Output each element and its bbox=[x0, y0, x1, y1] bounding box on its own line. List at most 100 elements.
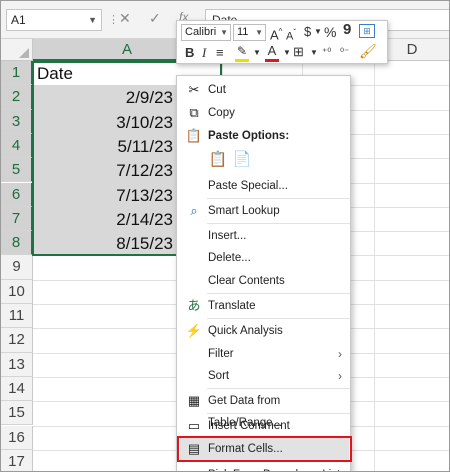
format-table-icon[interactable]: ⊞ bbox=[359, 24, 375, 38]
paste-values-icon[interactable]: 📄 bbox=[232, 150, 252, 170]
menu-item-clear-contents[interactable]: Clear Contents bbox=[177, 270, 350, 292]
menu-item-cut[interactable]: ✂ Cut bbox=[177, 79, 350, 101]
scissors-icon: ✂ bbox=[188, 82, 200, 97]
menu-item-pick-from-list[interactable]: Pick From Drop-down List... bbox=[177, 464, 350, 471]
menu-separator bbox=[207, 318, 350, 319]
chevron-right-icon: › bbox=[338, 369, 342, 383]
menu-item-smart-lookup[interactable]: ⌕ Smart Lookup bbox=[177, 200, 350, 222]
cell-a5[interactable]: 7/12/23 bbox=[33, 159, 173, 183]
cell-a1[interactable]: Date bbox=[37, 62, 73, 86]
row-header-1[interactable]: 1 bbox=[1, 61, 33, 86]
enter-icon[interactable]: ✓ bbox=[149, 10, 161, 27]
chevron-down-icon[interactable]: ▼ bbox=[283, 45, 291, 61]
menu-item-label: Translate bbox=[208, 300, 256, 312]
row-header-14[interactable]: 14 bbox=[1, 376, 33, 402]
menu-separator bbox=[207, 198, 350, 199]
menu-item-insert[interactable]: Insert... bbox=[177, 225, 350, 247]
menu-item-label: Filter bbox=[208, 348, 234, 360]
cancel-icon[interactable]: ✕ bbox=[119, 10, 131, 27]
row-header-17[interactable]: 17 bbox=[1, 449, 33, 471]
row-header-9[interactable]: 9 bbox=[1, 255, 33, 280]
row-header-5[interactable]: 5 bbox=[1, 158, 33, 183]
menu-item-label: Paste Special... bbox=[208, 180, 288, 192]
menu-item-label: Clear Contents bbox=[208, 275, 285, 287]
row-header-16[interactable]: 16 bbox=[1, 425, 33, 450]
row-header-15[interactable]: 15 bbox=[1, 401, 33, 426]
menu-item-translate[interactable]: あ Translate bbox=[177, 295, 350, 317]
menu-item-paste-options: 📋 Paste Options: bbox=[177, 125, 350, 147]
comma-style-icon[interactable]: 9 bbox=[343, 22, 351, 38]
paste-icon[interactable]: 📋 bbox=[208, 150, 228, 170]
increase-decimal-icon[interactable]: ⁺⁰ bbox=[322, 45, 331, 61]
paste-options-group: 📋 📄 bbox=[208, 150, 268, 172]
row-header-13[interactable]: 13 bbox=[1, 352, 33, 377]
row-header-4[interactable]: 4 bbox=[1, 133, 33, 159]
align-center-icon[interactable]: ≡ bbox=[216, 45, 224, 61]
borders-icon[interactable]: ⊞ bbox=[293, 44, 304, 60]
font-name-box[interactable]: Calibri ▼ bbox=[181, 24, 231, 41]
highlight-box bbox=[177, 436, 352, 462]
mini-toolbar: Calibri ▼ 11 ▼ A^ Aˇ $ ▼ % 9 ⊞ B I ≡ ✎ ▼… bbox=[176, 20, 388, 64]
row-header-11[interactable]: 11 bbox=[1, 304, 33, 329]
chevron-down-icon[interactable]: ▼ bbox=[220, 25, 228, 40]
font-color-icon[interactable]: A bbox=[265, 43, 279, 62]
chevron-down-icon[interactable]: ▼ bbox=[314, 24, 322, 40]
menu-separator bbox=[207, 293, 350, 294]
chevron-down-icon[interactable]: ▼ bbox=[255, 25, 263, 40]
cell-a6[interactable]: 7/13/23 bbox=[33, 184, 173, 208]
menu-separator bbox=[207, 388, 350, 389]
decrease-decimal-icon[interactable]: ⁰⁻ bbox=[340, 45, 349, 61]
menu-item-paste-special[interactable]: Paste Special... bbox=[177, 175, 350, 197]
chevron-down-icon[interactable]: ▼ bbox=[253, 45, 261, 61]
chevron-right-icon: › bbox=[338, 347, 342, 361]
row-header-12[interactable]: 12 bbox=[1, 328, 33, 353]
decrease-font-icon[interactable]: Aˇ bbox=[286, 25, 296, 45]
cell-a3[interactable]: 3/10/23 bbox=[33, 111, 173, 135]
menu-item-label: Insert... bbox=[208, 230, 247, 242]
quick-analysis-icon: ⚡ bbox=[185, 323, 203, 338]
table-icon: ▦ bbox=[187, 393, 201, 408]
font-size-box[interactable]: 11 ▼ bbox=[233, 24, 266, 41]
percent-icon[interactable]: % bbox=[324, 24, 336, 40]
excel-window: A1 ▼ ⋮ ✕ ✓ fx Date A B C D 1 2 3 4 5 6 7… bbox=[0, 0, 450, 472]
font-size-value: 11 bbox=[237, 26, 249, 38]
row-header-7[interactable]: 7 bbox=[1, 206, 33, 232]
menu-item-delete[interactable]: Delete... bbox=[177, 247, 350, 269]
fill-color-icon[interactable]: ✎ bbox=[235, 43, 249, 62]
cell-a2[interactable]: 2/9/23 bbox=[33, 86, 173, 110]
format-painter-icon[interactable]: 🖌 bbox=[359, 43, 377, 59]
row-header-3[interactable]: 3 bbox=[1, 109, 33, 134]
row-header-10[interactable]: 10 bbox=[1, 279, 33, 304]
name-box-value: A1 bbox=[11, 13, 26, 27]
menu-item-label: Pick From Drop-down List... bbox=[208, 464, 350, 471]
menu-item-label: Delete... bbox=[208, 252, 251, 264]
menu-item-sort[interactable]: Sort › bbox=[177, 365, 350, 387]
cell-a8[interactable]: 8/15/23 bbox=[33, 232, 173, 256]
menu-item-get-data[interactable]: ▦ Get Data from Table/Range... bbox=[177, 390, 350, 429]
menu-separator bbox=[207, 223, 350, 224]
cell-a4[interactable]: 5/11/23 bbox=[33, 135, 173, 159]
cell-a7[interactable]: 2/14/23 bbox=[33, 208, 173, 232]
menu-item-copy[interactable]: ⧉ Copy bbox=[177, 102, 350, 124]
translate-icon: あ bbox=[187, 298, 201, 313]
italic-button[interactable]: I bbox=[202, 45, 206, 61]
chevron-down-icon[interactable]: ▼ bbox=[310, 45, 318, 61]
menu-item-label: Sort bbox=[208, 370, 230, 382]
menu-item-label: Insert Comment bbox=[208, 420, 290, 432]
increase-font-icon[interactable]: A^ bbox=[270, 24, 282, 43]
row-header-8[interactable]: 8 bbox=[1, 231, 33, 256]
more-icon: ⋮ bbox=[108, 14, 119, 26]
menu-item-quick-analysis[interactable]: ⚡ Quick Analysis bbox=[177, 320, 350, 342]
menu-item-filter[interactable]: Filter › bbox=[177, 343, 350, 365]
row-header-2[interactable]: 2 bbox=[1, 85, 33, 110]
name-box[interactable]: A1 ▼ bbox=[6, 9, 102, 31]
bold-button[interactable]: B bbox=[185, 45, 194, 61]
chevron-down-icon[interactable]: ▼ bbox=[88, 10, 97, 30]
currency-icon[interactable]: $ bbox=[304, 24, 311, 40]
menu-item-insert-comment[interactable]: ▭ Insert Comment bbox=[177, 415, 350, 437]
select-all-button[interactable] bbox=[1, 39, 33, 61]
gridline bbox=[374, 61, 375, 471]
context-menu: ✂ Cut ⧉ Copy 📋 Paste Options: 📋 📄 Paste … bbox=[176, 75, 352, 471]
row-header-6[interactable]: 6 bbox=[1, 182, 33, 207]
menu-item-label: Copy bbox=[208, 107, 235, 119]
